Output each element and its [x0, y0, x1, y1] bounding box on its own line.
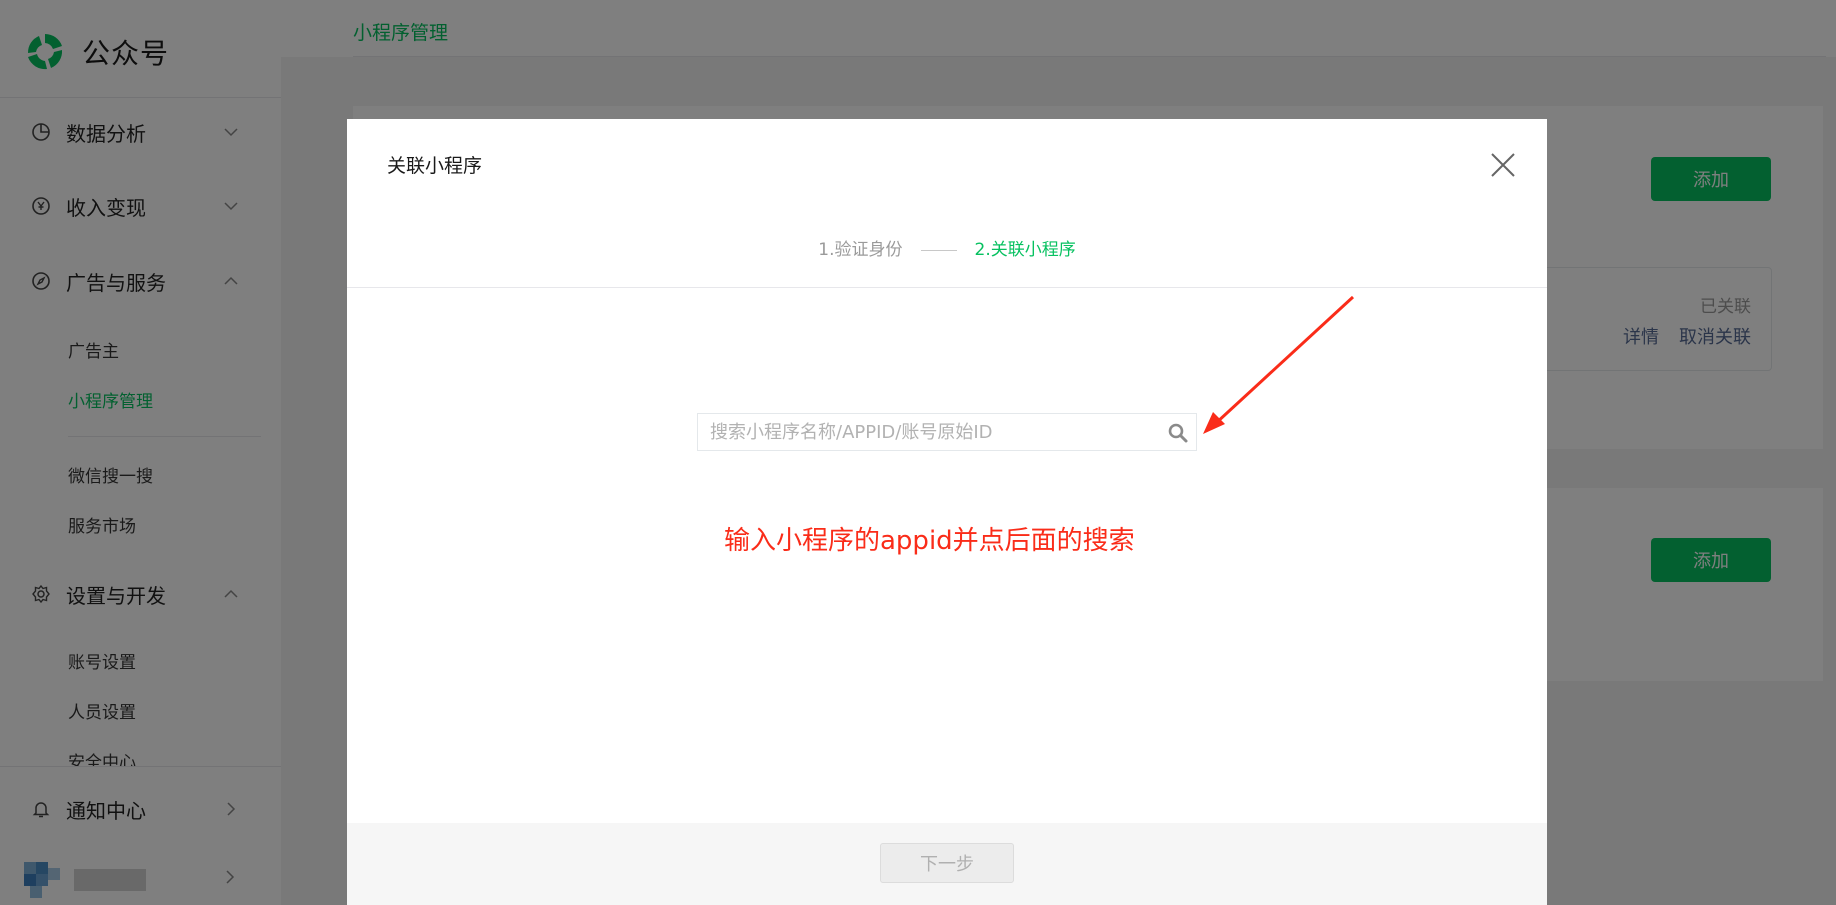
step-connector [920, 249, 957, 251]
link-miniprogram-dialog: 关联小程序 1.验证身份 2.关联小程序 输入小程序的appid并点后面的搜索 下… [347, 119, 1547, 905]
search-input[interactable] [698, 414, 1162, 450]
step-indicator: 1.验证身份 2.关联小程序 [347, 235, 1547, 260]
step-link-miniprogram: 2.关联小程序 [974, 240, 1076, 260]
next-step-button[interactable]: 下一步 [880, 843, 1014, 883]
dialog-divider [347, 287, 1547, 288]
step-verify-identity: 1.验证身份 [818, 240, 903, 260]
close-icon[interactable] [1489, 151, 1517, 179]
dialog-footer: 下一步 [347, 823, 1547, 905]
miniprogram-search [697, 413, 1197, 451]
dialog-title: 关联小程序 [387, 155, 483, 177]
annotation-text: 输入小程序的appid并点后面的搜索 [724, 526, 1135, 556]
search-icon[interactable] [1166, 421, 1190, 445]
